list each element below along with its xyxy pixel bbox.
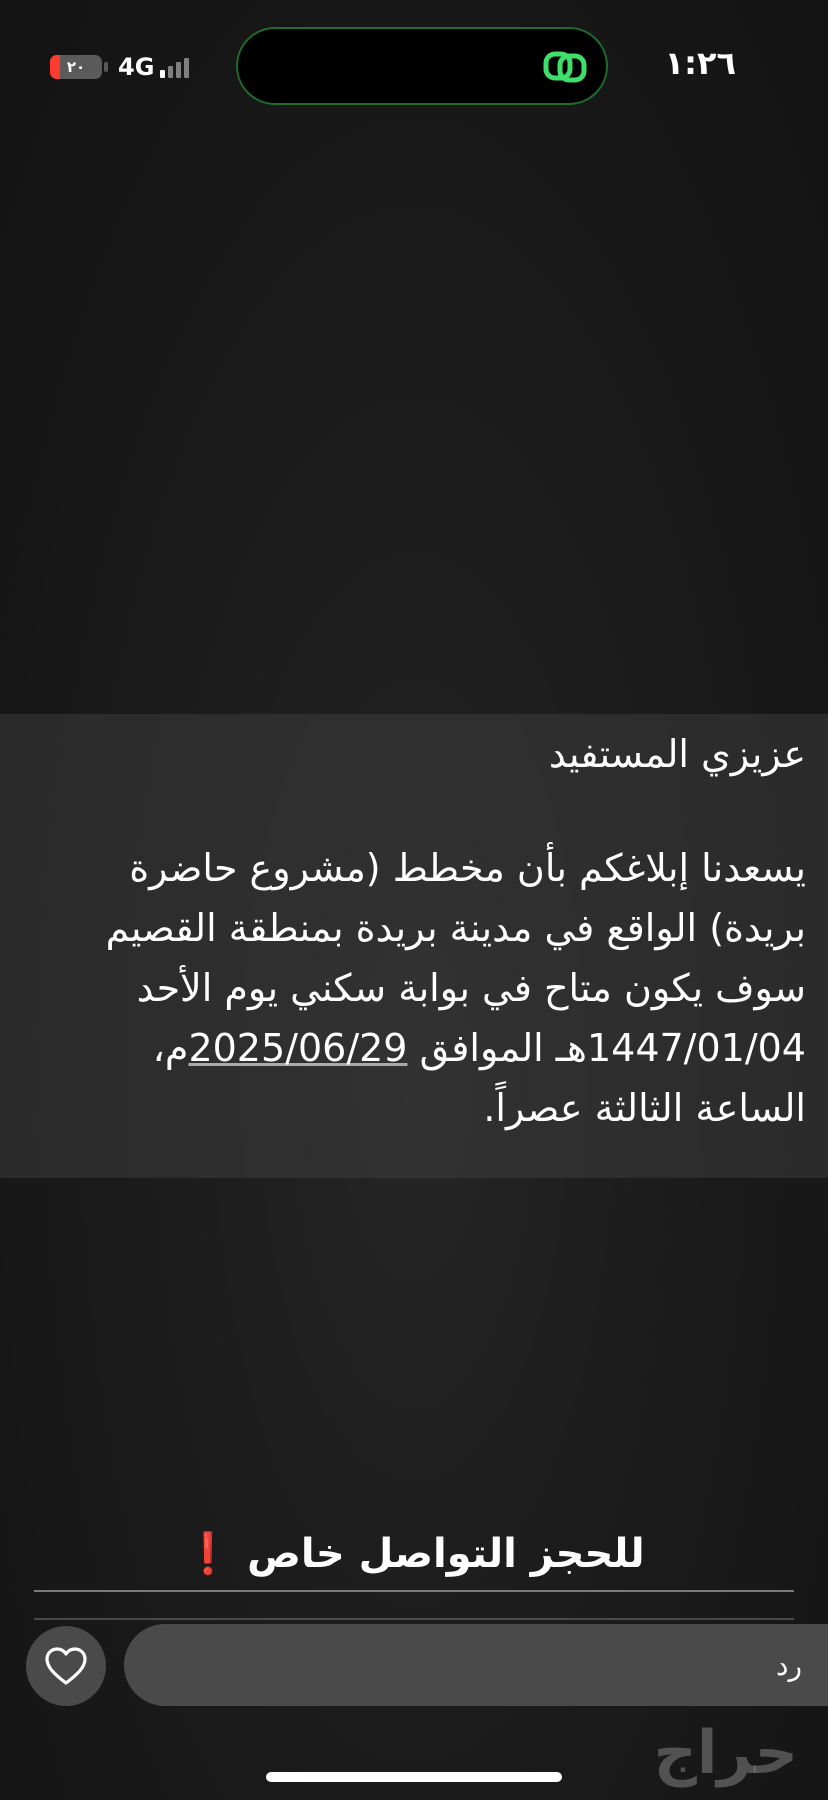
signal-bar [160,70,166,78]
signal-bars-icon [160,56,190,78]
heart-icon [45,1647,87,1685]
reply-input[interactable] [124,1624,828,1706]
date-link[interactable]: 2025/06/29 [188,1026,407,1070]
caption-text: للحجز التواصل خاص [233,1531,645,1577]
status-indicators: ٢٠ 4G [50,52,190,82]
signal-bar [184,58,190,78]
dynamic-island[interactable] [236,27,608,105]
message-card: عزيزي المستفيد يسعدنا إبلاغكم بأن مخطط (… [0,714,828,1178]
story-screen: ٢٠ 4G ١:٢٦ عزيزي المستفيد يسعدنا إبلاغكم… [0,0,828,1800]
signal-bar [168,66,174,78]
message-body: يسعدنا إبلاغكم بأن مخطط (مشروع حاضرة بري… [44,838,806,1138]
status-bar: ٢٠ 4G ١:٢٦ [0,0,828,140]
network-type: 4G [118,53,155,81]
haraj-watermark: حراج [653,1718,798,1788]
battery-level: ٢٠ [66,58,86,76]
divider [34,1590,794,1592]
battery-nub [104,62,108,72]
story-caption: للحجز التواصل خاص ❗ [0,1530,828,1577]
home-indicator[interactable] [266,1772,562,1782]
divider [34,1618,794,1620]
message-greeting: عزيزي المستفيد [548,732,806,776]
link-rings-icon [543,51,587,83]
exclamation-mark-icon: ❗ [183,1531,234,1577]
like-button[interactable] [26,1626,106,1706]
battery-indicator: ٢٠ [50,55,102,79]
battery-fill [50,55,61,79]
signal-bar [176,62,182,78]
status-time: ١:٢٦ [664,44,736,82]
